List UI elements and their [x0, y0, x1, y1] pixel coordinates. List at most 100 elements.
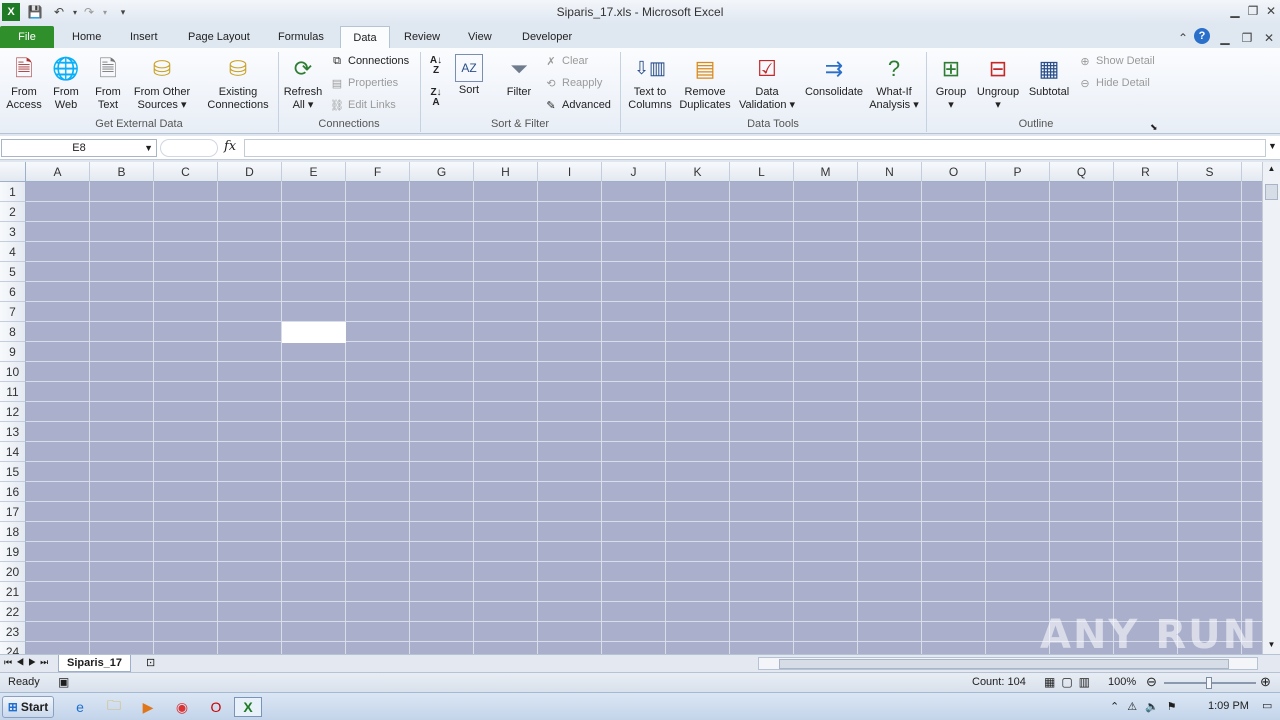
filter-button[interactable]: ⏷ Filter — [500, 52, 538, 99]
row-header[interactable]: 19 — [0, 542, 26, 562]
row-header[interactable]: 8 — [0, 322, 26, 342]
tab-developer[interactable]: Developer — [516, 26, 578, 48]
row-header[interactable]: 14 — [0, 442, 26, 462]
select-all-button[interactable] — [0, 162, 26, 182]
advanced-button[interactable]: ✎ Advanced — [544, 96, 611, 114]
sheet-nav-icons[interactable]: ⏮◀▶⏭ — [4, 657, 52, 668]
column-header[interactable]: D — [218, 162, 282, 182]
column-header[interactable]: C — [154, 162, 218, 182]
edit-links-button[interactable]: ⛓ Edit Links — [330, 96, 396, 114]
formula-input[interactable] — [244, 139, 1266, 157]
column-header[interactable]: O — [922, 162, 986, 182]
vertical-scroll-thumb[interactable] — [1265, 184, 1278, 200]
row-header[interactable]: 3 — [0, 222, 26, 242]
column-header[interactable]: N — [858, 162, 922, 182]
media-player-icon[interactable]: ▶ — [136, 697, 160, 717]
zoom-in-icon[interactable]: ⊕ — [1260, 674, 1271, 690]
scroll-up-icon[interactable]: ▲ — [1265, 164, 1278, 178]
horizontal-scrollbar[interactable] — [758, 657, 1258, 670]
column-header[interactable]: P — [986, 162, 1050, 182]
vertical-scrollbar[interactable]: ▲ ▼ — [1262, 162, 1280, 654]
existing-connections-button[interactable]: ⛁ Existing Connections — [204, 52, 272, 112]
expand-formula-bar-icon[interactable]: ▼ — [1268, 141, 1277, 151]
subtotal-button[interactable]: ▦ Subtotal — [1024, 52, 1074, 99]
active-cell-e8[interactable] — [282, 322, 346, 343]
row-header[interactable]: 7 — [0, 302, 26, 322]
sort-a-to-z-button[interactable]: A↓ Z — [426, 56, 446, 76]
name-box-dropdown-icon[interactable]: ▼ — [144, 143, 153, 153]
what-if-analysis-button[interactable]: ? What-If Analysis ▾ — [868, 52, 920, 112]
column-header[interactable]: J — [602, 162, 666, 182]
row-header[interactable]: 22 — [0, 602, 26, 622]
formula-expand-handle[interactable] — [160, 139, 218, 157]
row-header[interactable]: 12 — [0, 402, 26, 422]
sort-z-to-a-button[interactable]: Z↓ A — [426, 88, 446, 108]
row-header[interactable]: 17 — [0, 502, 26, 522]
macro-record-icon[interactable]: ▣ — [58, 675, 69, 689]
column-header[interactable]: E — [282, 162, 346, 182]
row-header[interactable]: 11 — [0, 382, 26, 402]
tab-formulas[interactable]: Formulas — [272, 26, 330, 48]
row-header[interactable]: 6 — [0, 282, 26, 302]
sort-button[interactable]: AZ Sort — [450, 52, 488, 97]
show-detail-button[interactable]: ⊕ Show Detail — [1078, 52, 1154, 70]
insert-sheet-icon[interactable]: ⊡ — [146, 656, 155, 669]
connections-button[interactable]: ⧉ Connections — [330, 52, 409, 70]
column-header[interactable]: G — [410, 162, 474, 182]
ungroup-button[interactable]: ⊟ Ungroup ▾ — [974, 52, 1022, 112]
from-other-sources-button[interactable]: ⛁ From Other Sources ▾ — [130, 52, 194, 112]
column-header[interactable]: M — [794, 162, 858, 182]
horizontal-scroll-thumb[interactable] — [779, 659, 1229, 669]
tab-review[interactable]: Review — [398, 26, 446, 48]
row-header[interactable]: 20 — [0, 562, 26, 582]
column-header[interactable]: S — [1178, 162, 1242, 182]
column-header[interactable]: I — [538, 162, 602, 182]
column-header[interactable]: R — [1114, 162, 1178, 182]
view-mode-icons[interactable]: ▦▢▥ — [1044, 675, 1096, 689]
minimize-ribbon-icon[interactable]: ⌃ — [1174, 29, 1192, 47]
help-icon[interactable]: ? — [1194, 28, 1210, 44]
restore-icon[interactable]: ❐ — [1244, 2, 1262, 20]
row-header[interactable]: 24 — [0, 642, 26, 654]
consolidate-button[interactable]: ⇉ Consolidate — [802, 52, 866, 99]
row-header[interactable]: 1 — [0, 182, 26, 202]
cell-area[interactable] — [26, 182, 1262, 654]
tab-view[interactable]: View — [462, 26, 498, 48]
sheet-tab-siparis-17[interactable]: Siparis_17 — [58, 655, 132, 672]
show-desktop-icon[interactable]: ▭ — [1262, 699, 1276, 713]
column-header[interactable]: Q — [1050, 162, 1114, 182]
workbook-restore-icon[interactable]: ❐ — [1238, 29, 1256, 47]
workbook-close-icon[interactable]: ✕ — [1260, 29, 1278, 47]
zoom-slider-thumb[interactable] — [1206, 677, 1212, 689]
internet-explorer-icon[interactable]: e — [68, 697, 92, 717]
chrome-icon[interactable]: ◉ — [170, 697, 194, 717]
row-header[interactable]: 23 — [0, 622, 26, 642]
clear-button[interactable]: ✗ Clear — [544, 52, 588, 70]
opera-icon[interactable]: O — [204, 697, 228, 717]
row-header[interactable]: 9 — [0, 342, 26, 362]
column-header[interactable]: L — [730, 162, 794, 182]
row-header[interactable]: 5 — [0, 262, 26, 282]
tab-home[interactable]: Home — [66, 26, 107, 48]
from-text-button[interactable]: 🗎 From Text — [88, 52, 128, 112]
column-header[interactable]: F — [346, 162, 410, 182]
data-validation-button[interactable]: ☑ Data Validation ▾ — [736, 52, 798, 112]
reapply-button[interactable]: ⟲ Reapply — [544, 74, 602, 92]
row-header[interactable]: 18 — [0, 522, 26, 542]
hide-detail-button[interactable]: ⊖ Hide Detail — [1078, 74, 1149, 92]
workbook-minimize-icon[interactable]: ▁ — [1216, 29, 1234, 47]
name-box[interactable]: E8 ▼ — [1, 139, 157, 157]
column-header[interactable]: B — [90, 162, 154, 182]
properties-button[interactable]: ▤ Properties — [330, 74, 398, 92]
text-to-columns-button[interactable]: ⇩▥ Text to Columns — [626, 52, 674, 112]
insert-function-icon[interactable]: fx — [224, 139, 236, 154]
from-access-button[interactable]: 🗎 From Access — [4, 52, 44, 112]
row-header[interactable]: 10 — [0, 362, 26, 382]
row-header[interactable]: 4 — [0, 242, 26, 262]
column-header[interactable]: A — [26, 162, 90, 182]
excel-taskbar-icon[interactable]: X — [234, 697, 262, 717]
row-header[interactable]: 16 — [0, 482, 26, 502]
zoom-level[interactable]: 100% — [1108, 676, 1136, 688]
tab-insert[interactable]: Insert — [124, 26, 164, 48]
close-icon[interactable]: ✕ — [1262, 2, 1280, 20]
